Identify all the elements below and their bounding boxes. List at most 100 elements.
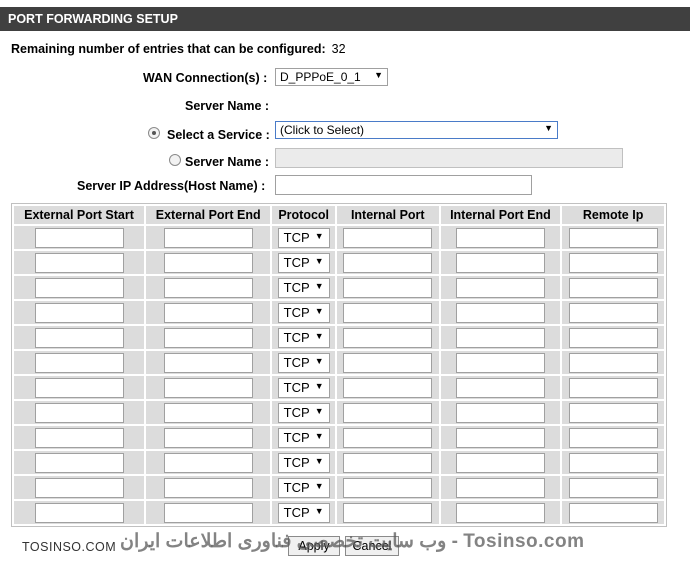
ext-port-end-input[interactable] xyxy=(163,377,253,398)
ext-port-start-input[interactable] xyxy=(34,427,124,448)
ext-port-end-input[interactable] xyxy=(163,502,253,523)
table-cell xyxy=(440,451,561,474)
ext-port-start-input[interactable] xyxy=(34,377,124,398)
protocol-select[interactable]: TCP ▼ xyxy=(277,252,330,273)
ext-port-end-input[interactable] xyxy=(163,427,253,448)
int-port-end-input[interactable] xyxy=(455,252,545,273)
wan-connection-select[interactable]: D_PPPoE_0_1 ▼ xyxy=(275,68,388,86)
protocol-select[interactable]: TCP ▼ xyxy=(277,402,330,423)
protocol-select[interactable]: TCP ▼ xyxy=(277,277,330,298)
ext-port-start-input[interactable] xyxy=(34,327,124,348)
select-service-label: Select a Service : xyxy=(167,128,270,142)
int-port-end-input[interactable] xyxy=(455,427,545,448)
protocol-select[interactable]: TCP ▼ xyxy=(277,452,330,473)
table-cell xyxy=(14,476,144,499)
table-cell xyxy=(146,351,271,374)
server-name-label: Server Name : xyxy=(185,99,270,113)
table-cell xyxy=(14,351,144,374)
ext-port-end-input[interactable] xyxy=(163,302,253,323)
remote-ip-input[interactable] xyxy=(568,402,658,423)
table-row: TCP ▼ xyxy=(14,251,664,274)
table-cell: TCP ▼ xyxy=(272,476,335,499)
select-service-radio[interactable] xyxy=(148,127,160,139)
int-port-input[interactable] xyxy=(343,377,433,398)
remote-ip-input[interactable] xyxy=(568,302,658,323)
int-port-input[interactable] xyxy=(343,252,433,273)
int-port-end-input[interactable] xyxy=(455,277,545,298)
int-port-end-input[interactable] xyxy=(455,402,545,423)
ext-port-end-input[interactable] xyxy=(163,227,253,248)
ext-port-start-input[interactable] xyxy=(34,502,124,523)
ext-port-start-input[interactable] xyxy=(34,227,124,248)
remote-ip-input[interactable] xyxy=(568,377,658,398)
int-port-input[interactable] xyxy=(343,427,433,448)
int-port-input[interactable] xyxy=(343,327,433,348)
int-port-end-input[interactable] xyxy=(455,377,545,398)
table-cell xyxy=(146,501,271,524)
table-cell xyxy=(336,376,439,399)
remote-ip-input[interactable] xyxy=(568,252,658,273)
table-cell xyxy=(14,401,144,424)
protocol-value: TCP xyxy=(283,504,310,520)
protocol-select[interactable]: TCP ▼ xyxy=(277,327,330,348)
table-cell xyxy=(146,426,271,449)
protocol-select[interactable]: TCP ▼ xyxy=(277,302,330,323)
remote-ip-input[interactable] xyxy=(568,327,658,348)
int-port-input[interactable] xyxy=(343,302,433,323)
int-port-end-input[interactable] xyxy=(455,477,545,498)
int-port-end-input[interactable] xyxy=(455,227,545,248)
table-cell xyxy=(562,376,664,399)
table-cell xyxy=(14,451,144,474)
protocol-select[interactable]: TCP ▼ xyxy=(277,377,330,398)
protocol-select[interactable]: TCP ▼ xyxy=(277,227,330,248)
table-cell xyxy=(440,276,561,299)
ext-port-end-input[interactable] xyxy=(163,402,253,423)
remote-ip-input[interactable] xyxy=(568,427,658,448)
ext-port-start-input[interactable] xyxy=(34,352,124,373)
wan-connection-value: D_PPPoE_0_1 xyxy=(280,70,361,84)
protocol-select[interactable]: TCP ▼ xyxy=(277,352,330,373)
table-cell xyxy=(336,451,439,474)
ext-port-start-input[interactable] xyxy=(34,452,124,473)
int-port-input[interactable] xyxy=(343,227,433,248)
remote-ip-input[interactable] xyxy=(568,352,658,373)
protocol-select[interactable]: TCP ▼ xyxy=(277,477,330,498)
ext-port-end-input[interactable] xyxy=(163,327,253,348)
ext-port-end-input[interactable] xyxy=(163,452,253,473)
server-ip-input[interactable] xyxy=(275,175,532,195)
remote-ip-input[interactable] xyxy=(568,277,658,298)
ext-port-start-input[interactable] xyxy=(34,477,124,498)
remote-ip-input[interactable] xyxy=(568,477,658,498)
int-port-end-input[interactable] xyxy=(455,502,545,523)
ext-port-start-input[interactable] xyxy=(34,302,124,323)
ext-port-start-input[interactable] xyxy=(34,277,124,298)
protocol-select[interactable]: TCP ▼ xyxy=(277,502,330,523)
int-port-input[interactable] xyxy=(343,477,433,498)
remote-ip-input[interactable] xyxy=(568,227,658,248)
ext-port-start-input[interactable] xyxy=(34,402,124,423)
ext-port-end-input[interactable] xyxy=(163,352,253,373)
int-port-input[interactable] xyxy=(343,352,433,373)
ext-port-end-input[interactable] xyxy=(163,477,253,498)
table-cell xyxy=(146,376,271,399)
int-port-end-input[interactable] xyxy=(455,302,545,323)
table-header-row: External Port Start External Port End Pr… xyxy=(14,206,664,224)
int-port-end-input[interactable] xyxy=(455,327,545,348)
int-port-end-input[interactable] xyxy=(455,452,545,473)
service-select[interactable]: (Click to Select) ▼ xyxy=(275,121,558,139)
ext-port-start-input[interactable] xyxy=(34,252,124,273)
protocol-value: TCP xyxy=(283,454,310,470)
remote-ip-input[interactable] xyxy=(568,502,658,523)
ext-port-end-input[interactable] xyxy=(163,252,253,273)
protocol-select[interactable]: TCP ▼ xyxy=(277,427,330,448)
ext-port-end-input[interactable] xyxy=(163,277,253,298)
custom-server-radio[interactable] xyxy=(169,154,181,166)
custom-server-input[interactable] xyxy=(275,148,623,168)
int-port-input[interactable] xyxy=(343,402,433,423)
int-port-end-input[interactable] xyxy=(455,352,545,373)
int-port-input[interactable] xyxy=(343,502,433,523)
remote-ip-input[interactable] xyxy=(568,452,658,473)
int-port-input[interactable] xyxy=(343,277,433,298)
table-cell: TCP ▼ xyxy=(272,226,335,249)
int-port-input[interactable] xyxy=(343,452,433,473)
